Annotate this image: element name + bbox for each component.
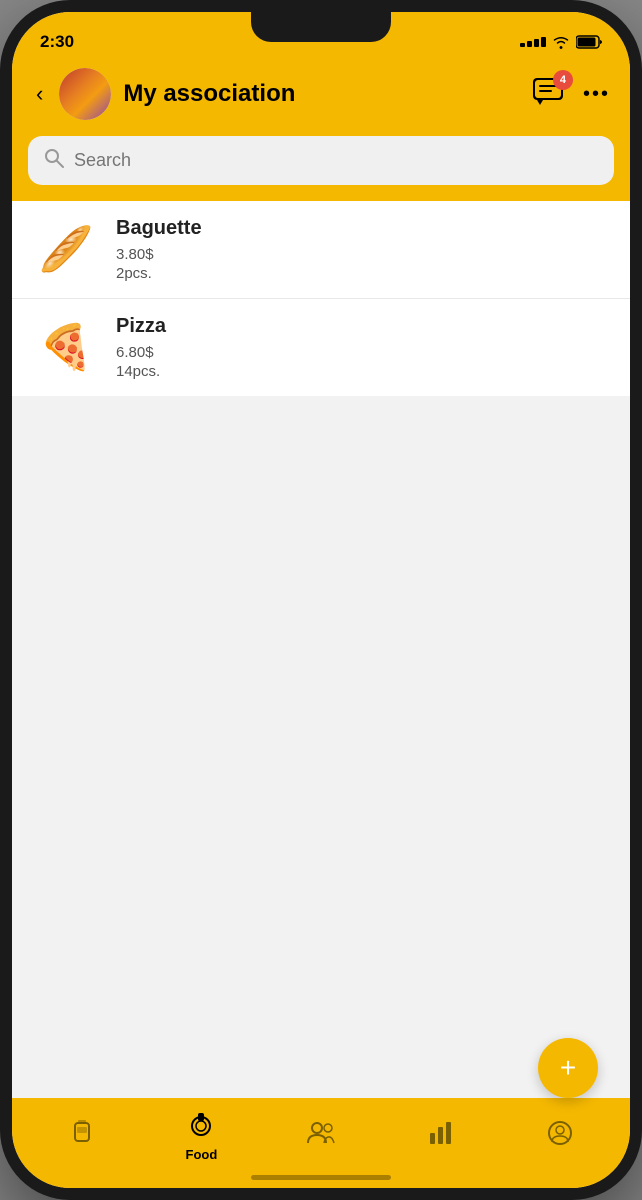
food-icon (188, 1110, 214, 1143)
content-area: 🥖 Baguette 3.80$ 2pcs. 🍕 Pizza 6 (12, 201, 630, 1098)
pizza-icon: 🍕 (39, 326, 94, 370)
status-icons (520, 35, 602, 49)
more-button[interactable]: ••• (583, 83, 610, 106)
nav-item-account[interactable] (500, 1115, 620, 1158)
signal-icon (520, 37, 546, 47)
stats-icon (429, 1121, 453, 1152)
food-price: 6.80$ (116, 342, 610, 363)
food-price: 3.80$ (116, 244, 610, 265)
search-icon (44, 148, 64, 173)
header: ‹ My association 4 ••• (12, 60, 630, 136)
chat-badge: 4 (553, 70, 573, 90)
back-button[interactable]: ‹ (32, 77, 47, 111)
food-info-baguette: Baguette 3.80$ 2pcs. (116, 217, 610, 282)
food-name: Baguette (116, 217, 610, 240)
nav-item-stats[interactable] (381, 1115, 501, 1158)
header-actions: 4 ••• (533, 78, 610, 111)
home-indicator (251, 1175, 391, 1180)
account-icon (548, 1121, 572, 1152)
battery-icon (576, 35, 602, 49)
food-list: 🥖 Baguette 3.80$ 2pcs. 🍕 Pizza 6 (12, 201, 630, 396)
phone-screen: 2:30 (12, 12, 630, 1188)
phone-frame: 2:30 (0, 0, 642, 1200)
food-image-pizza: 🍕 (32, 321, 100, 375)
people-icon (306, 1121, 336, 1152)
avatar (59, 68, 111, 120)
food-info-pizza: Pizza 6.80$ 14pcs. (116, 315, 610, 380)
search-container (12, 136, 630, 201)
nav-item-people[interactable] (261, 1115, 381, 1158)
nav-label-food: Food (186, 1147, 218, 1162)
wifi-icon (552, 35, 570, 49)
search-bar (28, 136, 614, 185)
drinks-icon (70, 1119, 94, 1154)
food-quantity: 14pcs. (116, 363, 610, 380)
baguette-icon: 🥖 (39, 228, 94, 272)
chat-button[interactable]: 4 (533, 78, 565, 111)
page-title: My association (123, 80, 521, 108)
list-item[interactable]: 🍕 Pizza 6.80$ 14pcs. (12, 299, 630, 396)
add-button[interactable]: + (538, 1038, 598, 1098)
list-item[interactable]: 🥖 Baguette 3.80$ 2pcs. (12, 201, 630, 299)
nav-item-drinks[interactable] (22, 1113, 142, 1160)
food-quantity: 2pcs. (116, 265, 610, 282)
nav-item-food[interactable]: Food (142, 1104, 262, 1168)
notch (251, 12, 391, 42)
food-image-baguette: 🥖 (32, 223, 100, 277)
food-name: Pizza (116, 315, 610, 338)
search-input[interactable] (74, 150, 598, 171)
status-time: 2:30 (40, 32, 74, 52)
